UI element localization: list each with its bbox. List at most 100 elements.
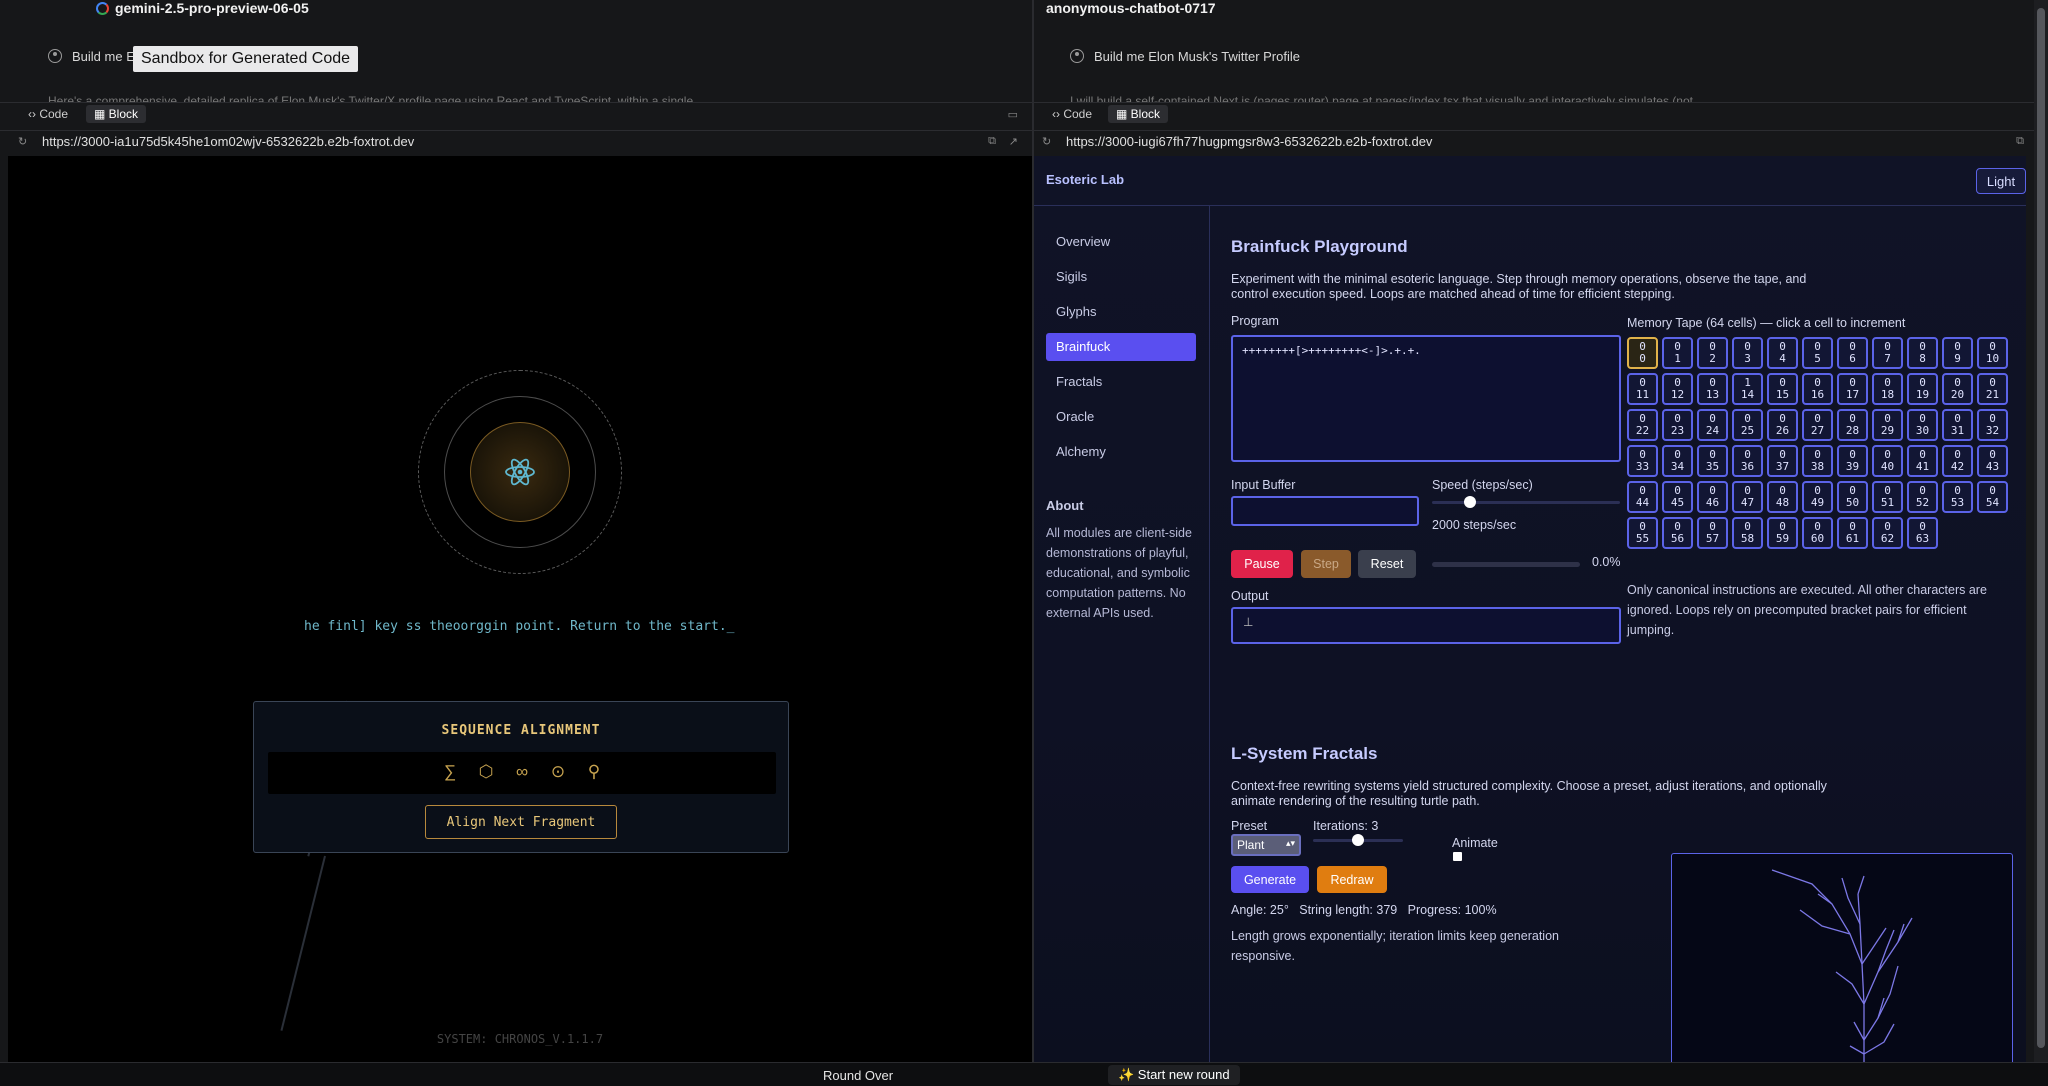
tape-cell[interactable]: 0 15	[1767, 373, 1798, 405]
hexagon-glyph-icon[interactable]: ⬡	[468, 762, 504, 782]
sigma-glyph-icon[interactable]: ∑	[432, 762, 468, 782]
page-scrollbar[interactable]	[2034, 0, 2048, 1062]
tape-cell[interactable]: 0 30	[1907, 409, 1938, 441]
tape-cell[interactable]: 01	[1662, 337, 1693, 369]
pause-button[interactable]: Pause	[1231, 550, 1293, 578]
tape-cell[interactable]: 1 14	[1732, 373, 1763, 405]
tape-cell[interactable]: 0 16	[1802, 373, 1833, 405]
tape-cell[interactable]: 0 19	[1907, 373, 1938, 405]
right-copy-icon[interactable]: ⧉	[2016, 135, 2024, 148]
tape-cell[interactable]: 0 18	[1872, 373, 1903, 405]
preset-select[interactable]: Plant ▴▾	[1231, 834, 1301, 856]
speed-slider[interactable]	[1432, 501, 1620, 504]
tape-cell[interactable]: 0 61	[1837, 517, 1868, 549]
tape-cell[interactable]: 02	[1697, 337, 1728, 369]
tape-cell[interactable]: 0 10	[1977, 337, 2008, 369]
tape-cell[interactable]: 0 21	[1977, 373, 2008, 405]
redraw-button[interactable]: Redraw	[1317, 866, 1387, 893]
infinity-glyph-icon[interactable]: ∞	[504, 762, 540, 782]
tape-cell[interactable]: 0 22	[1627, 409, 1658, 441]
start-new-round-button[interactable]: ✨ Start new round	[1108, 1065, 1240, 1085]
scrollbar-thumb[interactable]	[2037, 8, 2045, 1048]
tape-cell[interactable]: 0 59	[1767, 517, 1798, 549]
right-url[interactable]: https://3000-iugi67fh77hugpmgsr8w3-65326…	[1066, 134, 1432, 149]
tape-cell[interactable]: 0 35	[1697, 445, 1728, 477]
tape-cell[interactable]: 07	[1872, 337, 1903, 369]
tape-cell[interactable]: 0 41	[1907, 445, 1938, 477]
step-button[interactable]: Step	[1301, 550, 1351, 578]
right-block-tab[interactable]: ▦ Block	[1108, 105, 1169, 123]
theme-toggle-button[interactable]: Light	[1976, 168, 2026, 194]
tape-cell[interactable]: 0 57	[1697, 517, 1728, 549]
tape-cell[interactable]: 0 27	[1802, 409, 1833, 441]
tape-cell[interactable]: 0 23	[1662, 409, 1693, 441]
left-open-external-icon[interactable]: ↗	[1009, 135, 1018, 148]
left-url[interactable]: https://3000-ia1u75d5k45he1om02wjv-65326…	[42, 134, 414, 149]
key-glyph-icon[interactable]: ⚲	[576, 762, 612, 782]
left-refresh-icon[interactable]: ↻	[18, 135, 27, 148]
tape-cell[interactable]: 0 20	[1942, 373, 1973, 405]
tape-cell[interactable]: 0 45	[1662, 481, 1693, 513]
nav-item-sigils[interactable]: Sigils	[1046, 263, 1196, 291]
tape-cell[interactable]: 0 26	[1767, 409, 1798, 441]
tape-cell[interactable]: 04	[1767, 337, 1798, 369]
tape-cell[interactable]: 0 32	[1977, 409, 2008, 441]
tape-cell[interactable]: 0 12	[1662, 373, 1693, 405]
nav-item-alchemy[interactable]: Alchemy	[1046, 438, 1196, 466]
left-panel-icon[interactable]: ▭	[1008, 108, 1018, 121]
align-next-fragment-button[interactable]: Align Next Fragment	[425, 805, 617, 839]
tape-cell[interactable]: 0 48	[1767, 481, 1798, 513]
right-refresh-icon[interactable]: ↻	[1042, 135, 1051, 148]
tape-cell[interactable]: 0 62	[1872, 517, 1903, 549]
tape-cell[interactable]: 0 28	[1837, 409, 1868, 441]
nav-item-fractals[interactable]: Fractals	[1046, 368, 1196, 396]
tape-cell[interactable]: 0 17	[1837, 373, 1868, 405]
iterations-slider-knob[interactable]	[1352, 834, 1364, 846]
tape-cell[interactable]: 0 25	[1732, 409, 1763, 441]
tape-cell[interactable]: 0 39	[1837, 445, 1868, 477]
tape-cell[interactable]: 0 33	[1627, 445, 1658, 477]
tape-cell[interactable]: 0 63	[1907, 517, 1938, 549]
circled-dot-glyph-icon[interactable]: ⊙	[540, 762, 576, 782]
tape-cell[interactable]: 0 58	[1732, 517, 1763, 549]
tape-cell[interactable]: 0 40	[1872, 445, 1903, 477]
nav-item-overview[interactable]: Overview	[1046, 228, 1196, 256]
tape-cell[interactable]: 0 42	[1942, 445, 1973, 477]
tape-cell[interactable]: 0 51	[1872, 481, 1903, 513]
tape-cell[interactable]: 0 24	[1697, 409, 1728, 441]
tape-cell[interactable]: 0 13	[1697, 373, 1728, 405]
nav-item-brainfuck[interactable]: Brainfuck	[1046, 333, 1196, 361]
tape-cell[interactable]: 0 31	[1942, 409, 1973, 441]
tape-cell[interactable]: 0 60	[1802, 517, 1833, 549]
nav-item-glyphs[interactable]: Glyphs	[1046, 298, 1196, 326]
tape-cell[interactable]: 0 56	[1662, 517, 1693, 549]
tape-cell[interactable]: 00	[1627, 337, 1658, 369]
nav-item-oracle[interactable]: Oracle	[1046, 403, 1196, 431]
speed-slider-knob[interactable]	[1463, 496, 1476, 508]
tape-cell[interactable]: 0 50	[1837, 481, 1868, 513]
tape-cell[interactable]: 0 44	[1627, 481, 1658, 513]
left-copy-icon[interactable]: ⧉	[988, 135, 996, 148]
tape-cell[interactable]: 0 46	[1697, 481, 1728, 513]
program-textarea[interactable]: ++++++++[>++++++++<-]>.+.+.	[1231, 335, 1621, 462]
tape-cell[interactable]: 0 29	[1872, 409, 1903, 441]
tape-cell[interactable]: 0 34	[1662, 445, 1693, 477]
left-code-tab[interactable]: ‹› Code	[20, 105, 76, 123]
tape-cell[interactable]: 0 36	[1732, 445, 1763, 477]
tape-cell[interactable]: 0 11	[1627, 373, 1658, 405]
tape-cell[interactable]: 0 55	[1627, 517, 1658, 549]
reset-button[interactable]: Reset	[1358, 550, 1416, 578]
tape-cell[interactable]: 05	[1802, 337, 1833, 369]
input-buffer-field[interactable]	[1231, 496, 1419, 526]
animate-checkbox[interactable]	[1453, 852, 1462, 861]
tape-cell[interactable]: 09	[1942, 337, 1973, 369]
generate-button[interactable]: Generate	[1231, 866, 1309, 893]
right-code-tab[interactable]: ‹› Code	[1044, 105, 1100, 123]
tape-cell[interactable]: 0 52	[1907, 481, 1938, 513]
tape-cell[interactable]: 08	[1907, 337, 1938, 369]
tape-cell[interactable]: 0 38	[1802, 445, 1833, 477]
tape-cell[interactable]: 06	[1837, 337, 1868, 369]
tape-cell[interactable]: 0 43	[1977, 445, 2008, 477]
tape-cell[interactable]: 0 53	[1942, 481, 1973, 513]
tape-cell[interactable]: 03	[1732, 337, 1763, 369]
